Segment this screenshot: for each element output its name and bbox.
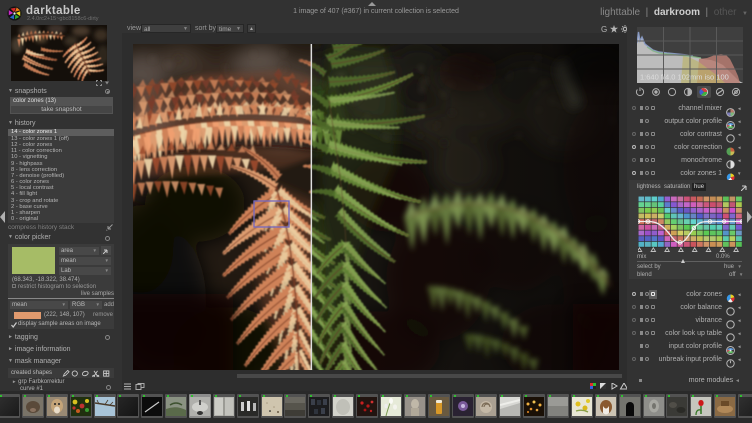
svg-text:1:640 f/4.0 102mm iso 100: 1:640 f/4.0 102mm iso 100 (640, 73, 729, 82)
